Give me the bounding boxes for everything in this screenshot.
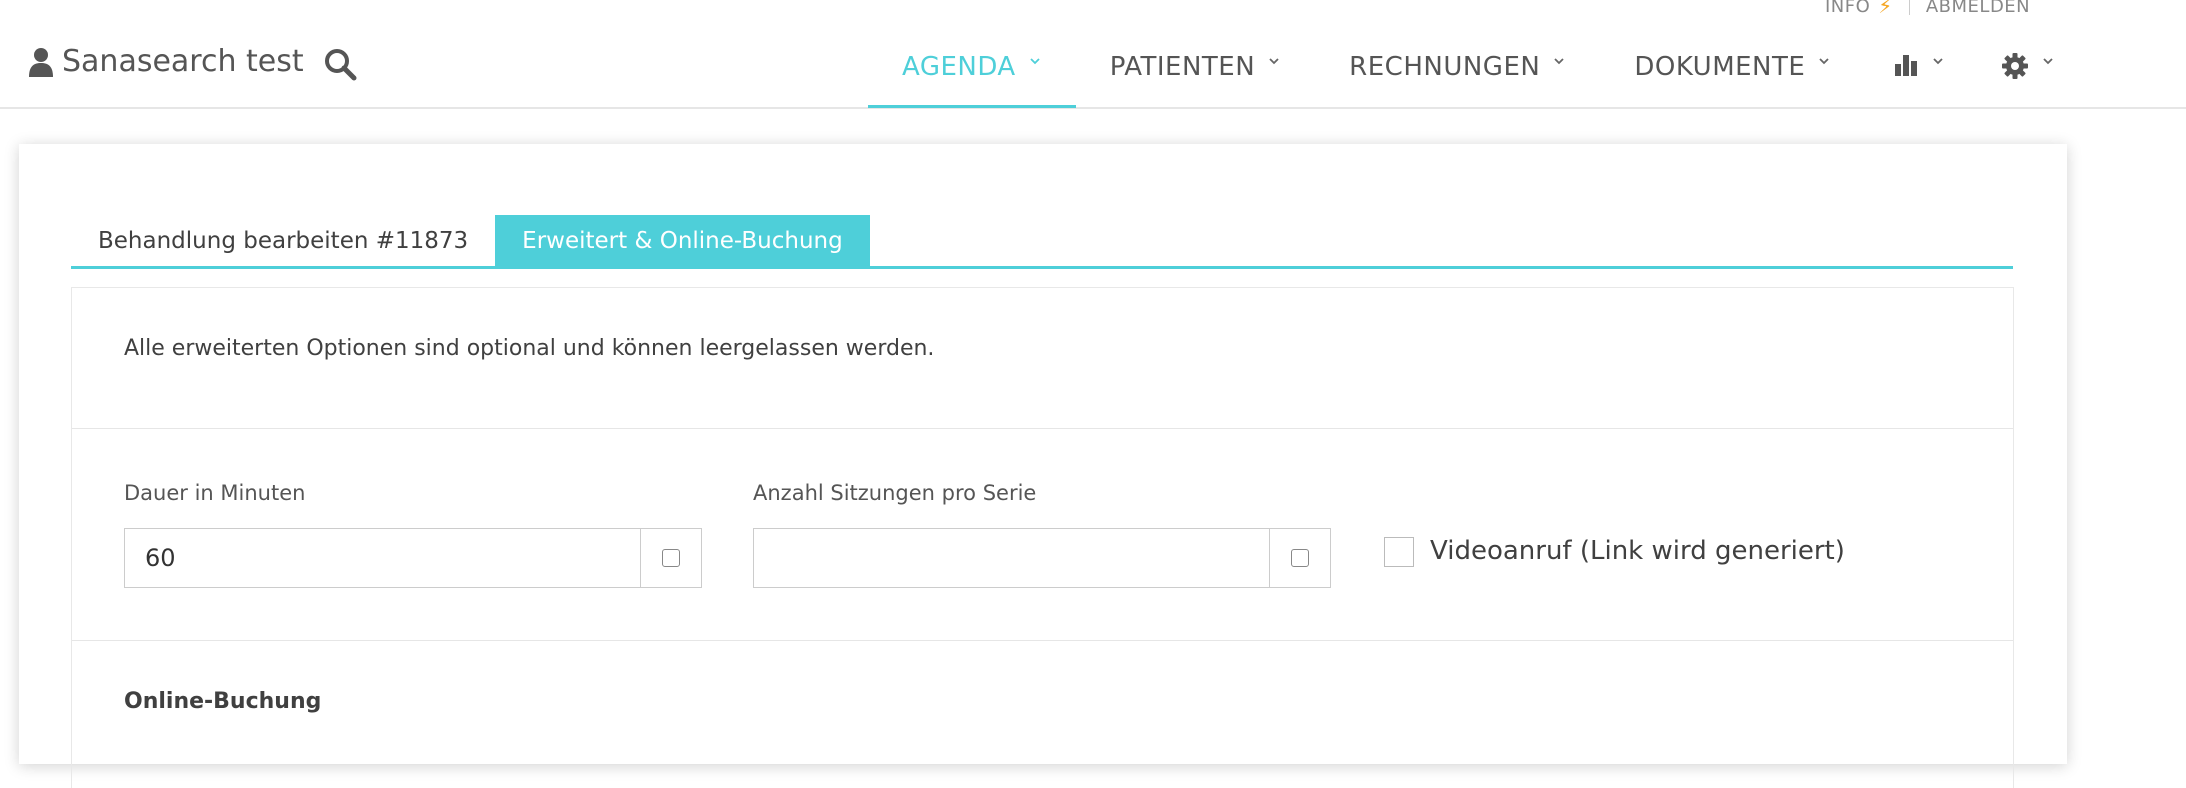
chevron-down-icon: [1554, 58, 1564, 65]
chevron-down-icon: [1030, 58, 1040, 65]
brand-name: Sanasearch test: [62, 44, 304, 79]
nav-patienten-label: PATIENTEN: [1109, 52, 1256, 82]
divider: [72, 428, 2013, 429]
gear-icon: [2002, 53, 2029, 79]
nav-statistics[interactable]: [1865, 52, 1973, 107]
user-icon: [29, 47, 53, 77]
tab-advanced-online-booking[interactable]: Erweitert & Online-Buchung: [495, 215, 870, 266]
nav-patienten[interactable]: PATIENTEN: [1076, 52, 1315, 107]
header: Sanasearch test AGENDA PATIENTEN RECHNUN…: [0, 0, 2186, 109]
online-booking-title: Online-Buchung: [124, 689, 322, 714]
nav-rechnungen-label: RECHNUNGEN: [1349, 52, 1541, 82]
info-text: Alle erweiterten Optionen sind optional …: [124, 336, 935, 361]
tab-bar: Behandlung bearbeiten #11873 Erweitert &…: [71, 215, 2013, 269]
chevron-down-icon: [2043, 58, 2053, 65]
chevron-down-icon: [1819, 58, 1829, 65]
nav-rechnungen[interactable]: RECHNUNGEN: [1315, 52, 1600, 107]
sessions-input[interactable]: [754, 529, 1270, 587]
chevron-down-icon: [1933, 58, 1943, 65]
duration-input-group: 60: [124, 528, 702, 588]
nav-agenda[interactable]: AGENDA: [868, 52, 1076, 108]
tab-edit-treatment[interactable]: Behandlung bearbeiten #11873: [71, 215, 495, 266]
brand[interactable]: Sanasearch test: [28, 44, 304, 79]
divider: [72, 640, 2013, 641]
sessions-input-group: [753, 528, 1331, 588]
duration-input[interactable]: 60: [125, 529, 641, 587]
checkbox-icon: [662, 549, 680, 567]
main-nav: AGENDA PATIENTEN RECHNUNGEN DOKUMENTE: [868, 52, 2083, 108]
search-icon[interactable]: [323, 47, 357, 81]
nav-agenda-label: AGENDA: [902, 52, 1016, 82]
chevron-down-icon: [1269, 58, 1279, 65]
nav-dokumente-label: DOKUMENTE: [1634, 52, 1806, 82]
nav-settings[interactable]: [1973, 52, 2083, 107]
video-call-checkbox[interactable]: [1384, 537, 1414, 567]
duration-label: Dauer in Minuten: [124, 481, 306, 505]
duration-addon[interactable]: [641, 529, 701, 587]
content-card: Behandlung bearbeiten #11873 Erweitert &…: [19, 144, 2067, 788]
sessions-label: Anzahl Sitzungen pro Serie: [753, 481, 1037, 505]
sessions-addon[interactable]: [1270, 529, 1330, 587]
advanced-options-panel: Alle erweiterten Optionen sind optional …: [71, 287, 2014, 788]
nav-dokumente[interactable]: DOKUMENTE: [1600, 52, 1865, 107]
bar-chart-icon: [1895, 55, 1918, 76]
checkbox-icon: [1291, 549, 1309, 567]
video-call-label: Videoanruf (Link wird generiert): [1430, 536, 1845, 566]
